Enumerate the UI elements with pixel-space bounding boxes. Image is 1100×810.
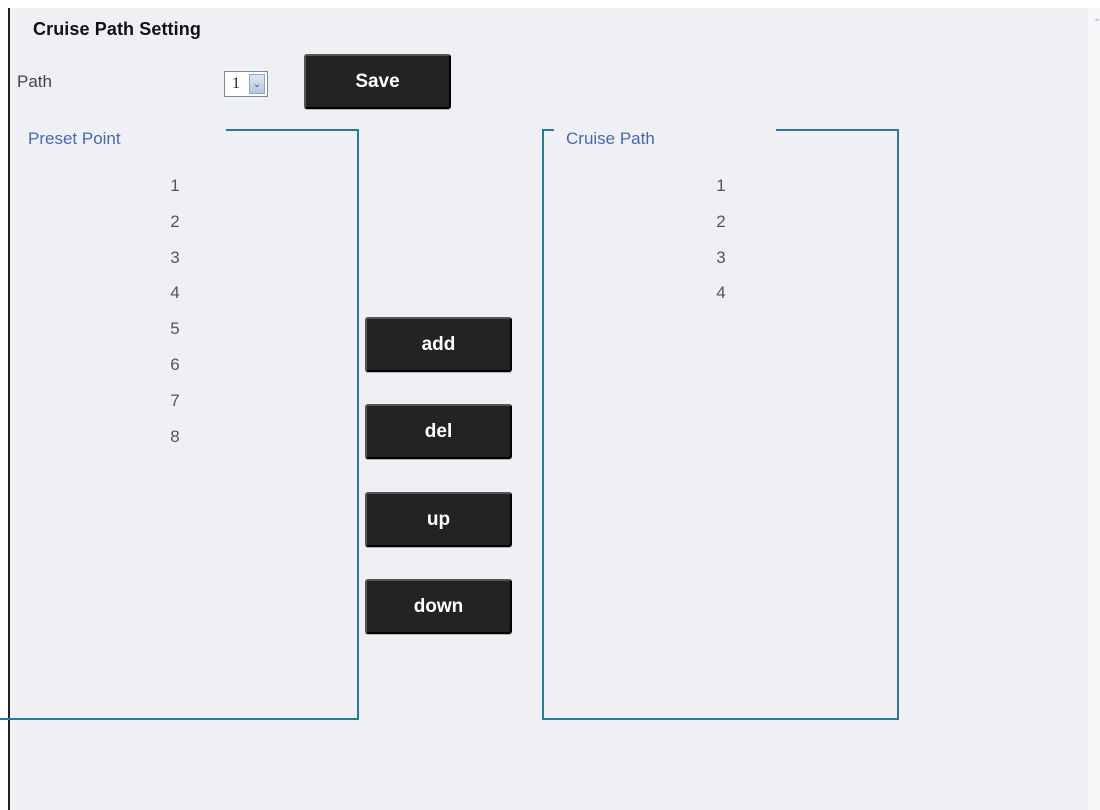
preset-point-item[interactable]: 7 bbox=[161, 383, 189, 419]
path-select[interactable]: 1 ⌄ bbox=[224, 71, 268, 97]
vertical-scrollbar[interactable] bbox=[1088, 8, 1100, 810]
cruise-path-label: Cruise Path bbox=[566, 129, 655, 148]
path-label: Path bbox=[17, 72, 52, 91]
preset-point-item[interactable]: 1 bbox=[161, 168, 189, 204]
preset-point-list[interactable]: 1 2 3 4 5 6 7 8 bbox=[161, 168, 189, 454]
cruise-path-list[interactable]: 1 2 3 4 bbox=[707, 168, 735, 311]
cruise-path-item[interactable]: 2 bbox=[707, 204, 735, 240]
preset-point-item[interactable]: 3 bbox=[161, 240, 189, 276]
page-title: Cruise Path Setting bbox=[33, 19, 201, 39]
scroll-up-icon[interactable]: ⌃ bbox=[1093, 19, 1100, 29]
cruise-path-item[interactable]: 4 bbox=[707, 275, 735, 311]
browser-page: ⌃ Cruise Path Setting Path 1 ⌄ Save Pres… bbox=[0, 0, 1100, 810]
down-button[interactable]: down bbox=[365, 579, 512, 634]
preset-point-item[interactable]: 6 bbox=[161, 347, 189, 383]
path-selected-value: 1 bbox=[232, 75, 240, 92]
chevron-down-icon[interactable]: ⌄ bbox=[249, 74, 265, 94]
save-button[interactable]: Save bbox=[304, 54, 451, 109]
preset-point-item[interactable]: 2 bbox=[161, 204, 189, 240]
preset-point-item[interactable]: 5 bbox=[161, 311, 189, 347]
add-button[interactable]: add bbox=[365, 317, 512, 372]
cruise-path-item[interactable]: 1 bbox=[707, 168, 735, 204]
preset-point-label: Preset Point bbox=[28, 129, 121, 148]
preset-point-item[interactable]: 4 bbox=[161, 275, 189, 311]
up-button[interactable]: up bbox=[365, 492, 512, 547]
cruise-path-item[interactable]: 3 bbox=[707, 240, 735, 276]
del-button[interactable]: del bbox=[365, 404, 512, 459]
preset-point-item[interactable]: 8 bbox=[161, 419, 189, 455]
